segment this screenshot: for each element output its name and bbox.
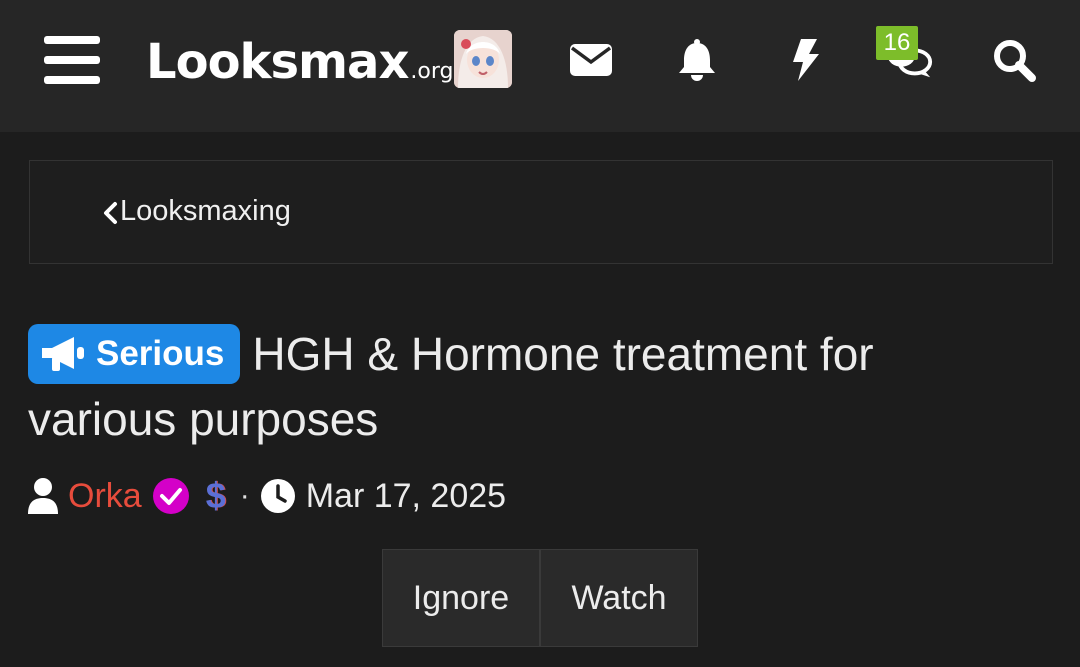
user-icon bbox=[28, 478, 58, 514]
envelope-icon[interactable] bbox=[567, 34, 615, 86]
alerts-badge[interactable]: 16 bbox=[876, 26, 918, 60]
prefix-badge[interactable]: Serious bbox=[28, 324, 241, 384]
user-avatar[interactable] bbox=[454, 30, 512, 88]
bell-icon[interactable] bbox=[673, 34, 721, 86]
site-logo[interactable]: Looksmax .org bbox=[146, 34, 453, 90]
search-icon[interactable] bbox=[990, 34, 1038, 86]
chevron-left-icon bbox=[104, 202, 117, 224]
breadcrumb-label: Looksmaxing bbox=[120, 195, 291, 227]
thread-meta: Orka $ · Mar 17, 2025 bbox=[26, 474, 506, 518]
thread-actions: Ignore Watch bbox=[382, 549, 698, 647]
breadcrumb[interactable]: Looksmaxing bbox=[29, 160, 1053, 264]
verified-icon bbox=[152, 478, 189, 514]
ignore-button[interactable]: Ignore bbox=[382, 549, 540, 647]
watch-button[interactable]: Watch bbox=[540, 549, 698, 647]
logo-tld: .org bbox=[410, 59, 454, 84]
thread-title: Serious HGH & Hormone treatment for vari… bbox=[28, 322, 1028, 446]
bolt-icon[interactable] bbox=[781, 34, 829, 86]
post-date[interactable]: Mar 17, 2025 bbox=[306, 477, 506, 516]
dollar-icon: $ bbox=[205, 475, 226, 516]
menu-icon[interactable] bbox=[44, 36, 100, 84]
prefix-label: Serious bbox=[96, 334, 225, 373]
title-text-line1: HGH & Hormone treatment for bbox=[252, 328, 874, 380]
top-header: Looksmax .org 16 bbox=[0, 0, 1080, 132]
logo-text: Looksmax bbox=[146, 34, 409, 90]
separator: · bbox=[239, 479, 250, 512]
author-link[interactable]: Orka bbox=[68, 477, 142, 516]
title-text-line2: various purposes bbox=[28, 393, 379, 445]
megaphone-icon bbox=[42, 337, 84, 371]
clock-icon bbox=[260, 479, 295, 513]
